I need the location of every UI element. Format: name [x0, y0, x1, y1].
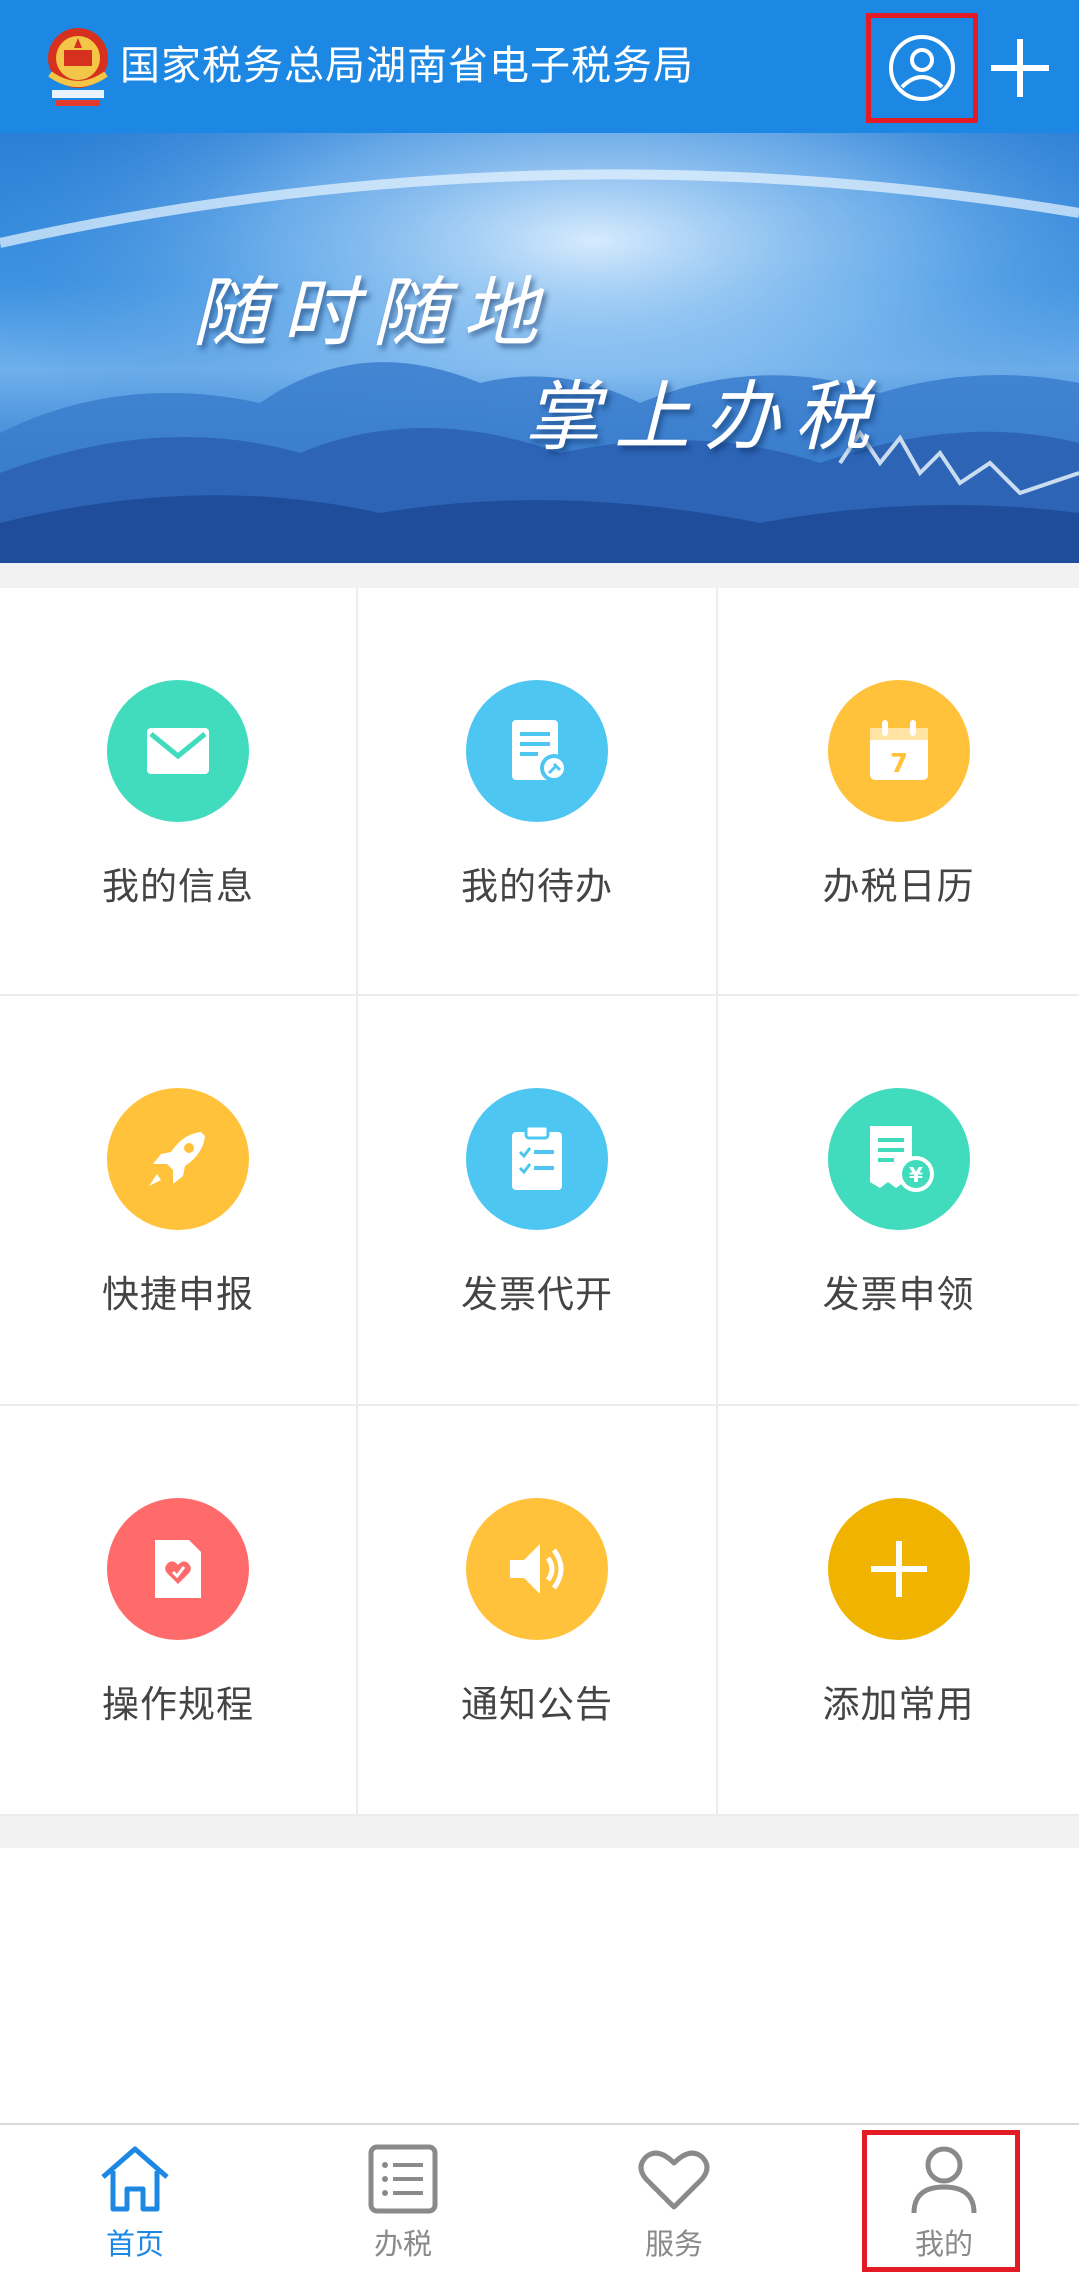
envelope-icon: [107, 680, 249, 822]
bottom-tab-bar: 首页 办税 服务 我的: [0, 2123, 1079, 2275]
tab-label: 服务: [644, 2227, 703, 2261]
promo-banner[interactable]: 随时随地 掌上办税: [0, 133, 1079, 563]
home-icon: [95, 2141, 175, 2217]
grid-item-invoice-issue[interactable]: 发票代开: [358, 996, 718, 1406]
tab-label: 办税: [373, 2227, 432, 2261]
person-icon: [904, 2141, 984, 2217]
document-pin-icon: [466, 680, 608, 822]
tab-mine[interactable]: 我的: [809, 2125, 1079, 2275]
svg-text:¥: ¥: [909, 1163, 923, 1187]
tab-label: 我的: [914, 2227, 973, 2261]
grid-item-label: 快捷申报: [102, 1273, 254, 1316]
grid-item-label: 我的待办: [461, 865, 613, 908]
grid-item-label: 我的信息: [102, 865, 254, 908]
heart-icon: [634, 2141, 714, 2217]
grid-item-label: 通知公告: [461, 1683, 613, 1726]
grid-item-label: 操作规程: [102, 1683, 254, 1726]
banner-slogan-line2: 掌上办税: [524, 372, 884, 461]
grid-item-label: 添加常用: [822, 1683, 975, 1726]
tab-tax[interactable]: 办税: [268, 2125, 538, 2275]
grid-item-label: 办税日历: [822, 865, 975, 908]
grid-item-quick-declare[interactable]: 快捷申报: [0, 996, 358, 1406]
tab-label: 首页: [105, 2227, 164, 2261]
grid-item-tax-calendar[interactable]: 7 办税日历: [718, 588, 1079, 996]
top-header-bar: 国家税务总局湖南省电子税务局: [0, 0, 1079, 133]
plus-icon: [991, 39, 1049, 97]
tax-emblem-icon: [42, 24, 114, 110]
grid-item-notice[interactable]: 通知公告: [358, 1406, 718, 1816]
speaker-icon: [466, 1498, 608, 1640]
grid-item-my-todo[interactable]: 我的待办: [358, 588, 718, 996]
app-root: 国家税务总局湖南省电子税务局 随时随地 掌上办税 我的信息 我的待办 7 办税日…: [0, 0, 1079, 2275]
receipt-yen-icon: ¥: [827, 1088, 970, 1230]
plus-icon: [827, 1498, 970, 1640]
grid-item-label: 发票代开: [461, 1273, 613, 1316]
list-icon: [363, 2141, 443, 2217]
svg-text:7: 7: [889, 749, 907, 779]
clipboard-list-icon: [466, 1088, 608, 1230]
grid-item-add-favorite[interactable]: 添加常用: [718, 1406, 1079, 1816]
grid-item-invoice-apply[interactable]: ¥ 发票申领: [718, 996, 1079, 1406]
grid-item-label: 发票申领: [822, 1273, 975, 1316]
add-button[interactable]: [982, 30, 1058, 106]
user-account-button[interactable]: [866, 13, 978, 123]
banner-slogan-line1: 随时随地: [192, 268, 552, 357]
tab-home[interactable]: 首页: [0, 2125, 270, 2275]
rocket-icon: [107, 1088, 249, 1230]
grid-item-my-info[interactable]: 我的信息: [0, 588, 358, 996]
user-circle-icon: [889, 35, 955, 101]
tab-service[interactable]: 服务: [539, 2125, 809, 2275]
heart-file-icon: [107, 1498, 249, 1640]
grid-item-procedures[interactable]: 操作规程: [0, 1406, 358, 1816]
calendar-icon: 7: [827, 680, 970, 822]
function-grid: 我的信息 我的待办 7 办税日历 快捷申报 发票代开 ¥ 发票申领 操作规程 通…: [0, 588, 1079, 1816]
app-title: 国家税务总局湖南省电子税务局: [120, 43, 694, 89]
